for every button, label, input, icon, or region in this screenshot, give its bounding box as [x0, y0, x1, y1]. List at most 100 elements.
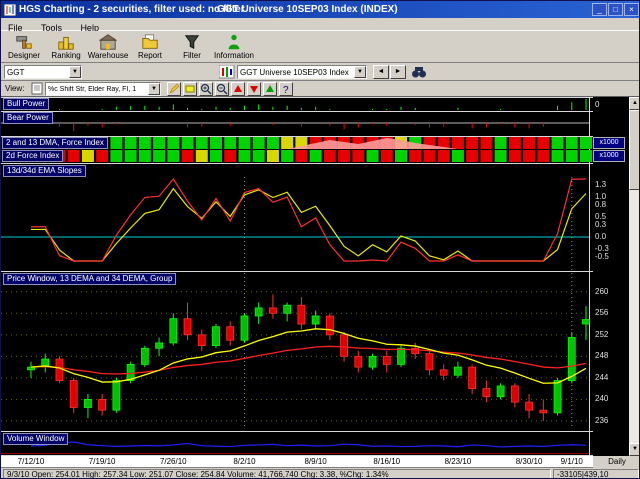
- chart-area: Bull Power Bear Power 2 and 13 DMA, Forc…: [1, 97, 639, 456]
- date-tick: 8/2/10: [233, 457, 256, 466]
- dma-x1000-label: x1000: [593, 137, 625, 149]
- view-combo-value: %c Shift Str, Elder Ray, FI, 1: [48, 85, 137, 93]
- designer-label: Designer: [7, 51, 40, 60]
- bear-power-panel-title[interactable]: Bear Power: [3, 112, 53, 124]
- price-window-panel-title[interactable]: Price Window, 13 DEMA and 34 DEMA, Group: [3, 273, 177, 285]
- volume-window-panel-title[interactable]: Volume Window: [3, 433, 69, 445]
- axis-label: 0.8: [595, 200, 607, 209]
- date-tick: 8/9/10: [304, 457, 327, 466]
- date-tick: 9/1/10: [560, 457, 583, 466]
- date-tick: 7/26/10: [159, 457, 187, 466]
- filter-label: Filter: [183, 51, 201, 60]
- axis-label: 0.0: [595, 232, 607, 241]
- date-tick: 8/23/10: [444, 457, 472, 466]
- app-window: HGS Charting - 2 securities, filter used…: [0, 0, 640, 479]
- warehouse-button[interactable]: Warehouse: [87, 32, 129, 62]
- axis-label: 244: [595, 372, 609, 382]
- volume-line: [1, 441, 589, 454]
- universe-combo-value: GGT Universe 10SEP03 Index: [240, 67, 349, 77]
- arrow-up-green-icon[interactable]: [263, 82, 277, 96]
- bear-power-spikes: [1, 122, 589, 132]
- information-label: Information: [213, 51, 255, 60]
- minimize-button[interactable]: _: [592, 3, 607, 16]
- chevron-down-icon[interactable]: ▼: [69, 66, 81, 78]
- zoom-in-icon[interactable]: [199, 82, 213, 96]
- scroll-thumb[interactable]: [629, 110, 639, 190]
- title-bar: HGS Charting - 2 securities, filter used…: [1, 1, 639, 18]
- warehouse-icon: [99, 34, 117, 50]
- window-title: HGS Charting - 2 securities, filter used…: [19, 4, 245, 15]
- filter-button[interactable]: Filter: [171, 32, 213, 62]
- view-label: View:: [5, 84, 25, 93]
- report-label: Report: [137, 51, 162, 60]
- designer-button[interactable]: Designer: [3, 32, 45, 62]
- ranking-button[interactable]: Ranking: [45, 32, 87, 62]
- menu-bar: File Tools Help: [1, 18, 639, 33]
- price-ema-lines: [30, 328, 587, 384]
- filter-icon: [184, 35, 200, 50]
- ema-slopes-lines: [1, 177, 589, 262]
- status-ohlc-summary: 9/3/10 Open: 254.01 High: 257.34 Low: 25…: [3, 469, 551, 478]
- next-security-button[interactable]: ►: [390, 65, 406, 79]
- axis-label: 1.3: [595, 180, 607, 189]
- ranking-icon: [58, 37, 74, 50]
- pencil-icon[interactable]: [167, 82, 181, 96]
- page-icon: [31, 82, 43, 95]
- axis-label: 248: [595, 351, 609, 361]
- bull-zero-label: 0: [595, 100, 600, 109]
- zoom-out-icon[interactable]: [215, 82, 229, 96]
- right-price-axis: 0 x1000 x1000 1.3 1.0 0.8 0.5 0.3 0.0 -0.3 -0.5…: [593, 97, 629, 456]
- axis-label: 240: [595, 394, 609, 404]
- main-toolbar: Designer Ranking Warehouse Report Filter…: [1, 31, 639, 63]
- maximize-button[interactable]: □: [608, 3, 623, 16]
- svg-text:?: ?: [283, 85, 289, 95]
- find-binoculars-icon[interactable]: [411, 65, 427, 79]
- help-question-icon[interactable]: ?: [279, 82, 293, 96]
- date-tick: 8/30/10: [515, 457, 543, 466]
- report-button[interactable]: Report: [129, 32, 171, 62]
- chart-icon: [219, 65, 235, 79]
- dma-force-index-panel-title[interactable]: 2 and 13 DMA, Force Index: [2, 137, 108, 149]
- scroll-up-button[interactable]: ▲: [629, 97, 639, 110]
- bull-power-panel-title[interactable]: Bull Power: [3, 98, 50, 110]
- fi2-x1000-label: x1000: [593, 150, 625, 162]
- force-index-2d-strip: [25, 150, 592, 162]
- close-button[interactable]: ×: [624, 3, 639, 16]
- symbol-combo-value: GGT: [7, 67, 25, 77]
- date-tick: 7/12/10: [17, 457, 45, 466]
- axis-label: 252: [595, 329, 609, 339]
- ema-slopes-panel-title[interactable]: 13d/34d EMA Slopes: [3, 165, 86, 177]
- information-icon: [228, 34, 240, 50]
- chevron-down-icon[interactable]: ▼: [354, 66, 366, 78]
- designer-icon: [16, 36, 32, 49]
- date-tick: 7/19/10: [88, 457, 116, 466]
- vertical-scrollbar[interactable]: ▲ ▼: [629, 97, 639, 456]
- date-ticks: 7/12/10 7/19/10 7/26/10 8/2/10 8/9/10 8/16/10…: [1, 456, 593, 468]
- periodicity-label[interactable]: Daily: [593, 456, 639, 468]
- dma-force-strip: [25, 137, 592, 149]
- view-combo[interactable]: %c Shift Str, Elder Ray, FI, 1 ▼: [45, 82, 161, 96]
- axis-label: 260: [595, 286, 609, 296]
- date-tick: 8/16/10: [373, 457, 401, 466]
- date-axis: 7/12/10 7/19/10 7/26/10 8/2/10 8/9/10 8/16/10…: [1, 456, 639, 468]
- universe-combo[interactable]: GGT Universe 10SEP03 Index ▼: [237, 65, 367, 79]
- symbol-toolbar: GGT ▼ GGT Universe 10SEP03 Index ▼ ◄ ►: [1, 63, 639, 81]
- axis-label: 0.3: [595, 220, 607, 229]
- arrow-up-red-icon[interactable]: [231, 82, 245, 96]
- arrow-down-red-icon[interactable]: [247, 82, 261, 96]
- status-bar: 9/3/10 Open: 254.01 High: 257.34 Low: 25…: [1, 468, 639, 478]
- axis-label: 236: [595, 415, 609, 425]
- status-coordinates: -33105|439,10: [553, 469, 639, 478]
- information-button[interactable]: Information: [213, 32, 255, 62]
- scroll-down-button[interactable]: ▼: [629, 443, 639, 456]
- symbol-combo[interactable]: GGT ▼: [4, 65, 82, 79]
- previous-security-button[interactable]: ◄: [373, 65, 389, 79]
- app-icon: [4, 3, 16, 16]
- warehouse-label: Warehouse: [87, 51, 129, 60]
- highlighter-icon[interactable]: [183, 82, 197, 96]
- force-index-2d-panel-title[interactable]: 2d Force Index: [2, 150, 64, 162]
- ranking-label: Ranking: [51, 51, 81, 60]
- chevron-down-icon[interactable]: ▼: [148, 83, 160, 95]
- bull-power-spikes: [30, 99, 587, 110]
- axis-label: -0.5: [595, 252, 609, 261]
